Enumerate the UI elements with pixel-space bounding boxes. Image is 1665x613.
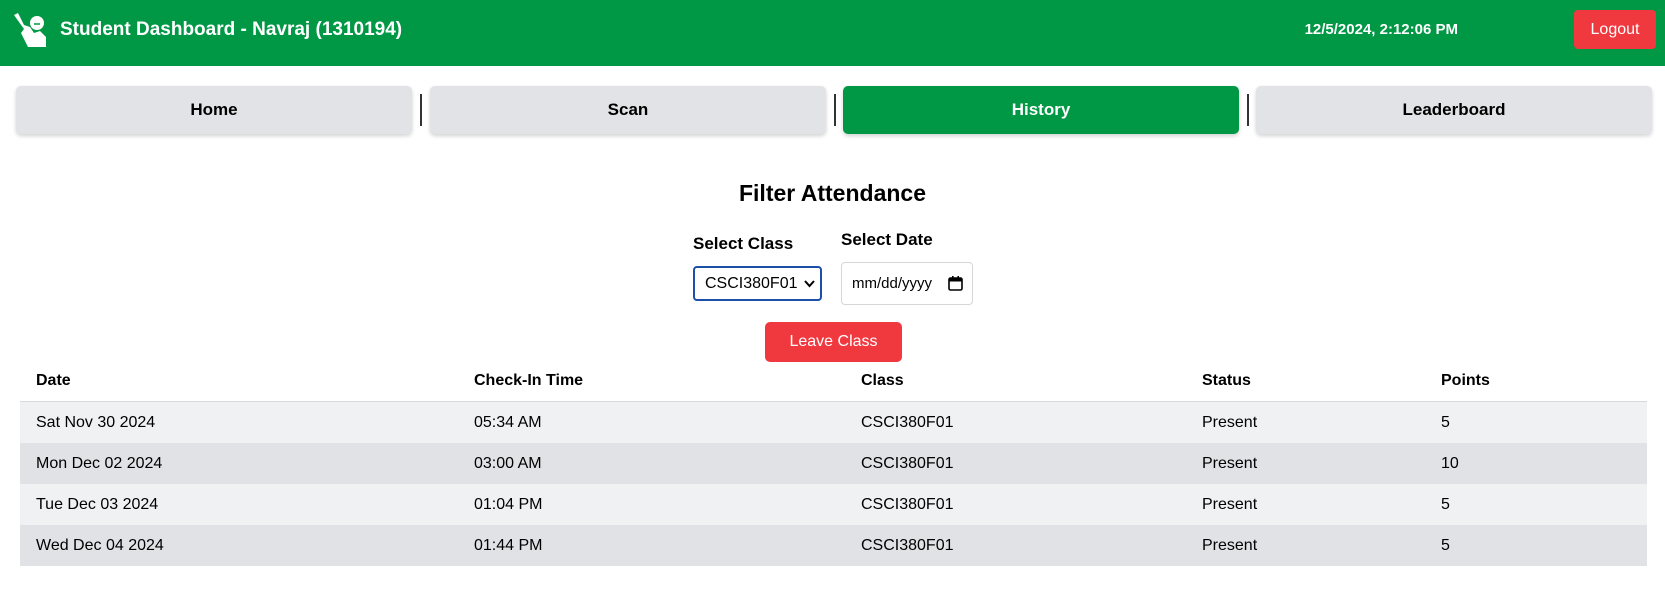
current-datetime: 12/5/2024, 2:12:06 PM [1304, 21, 1458, 38]
cell-class: CSCI380F01 [861, 414, 954, 431]
raised-hand-icon [14, 13, 46, 47]
column-header-check-in-time[interactable]: Check-In Time [474, 361, 583, 402]
table-row: Mon Dec 02 2024 03:00 AM CSCI380F01 Pres… [20, 443, 1647, 484]
cell-points: 10 [1441, 455, 1459, 472]
cell-status: Present [1202, 414, 1258, 431]
cell-status: Present [1202, 455, 1258, 472]
tab-history[interactable]: History [843, 86, 1239, 134]
tab-home[interactable]: Home [16, 86, 412, 134]
top-header-bar: Student Dashboard - Navraj (1310194) 12/… [0, 0, 1665, 66]
cell-class: CSCI380F01 [861, 496, 954, 513]
page-title: Student Dashboard - Navraj (1310194) [60, 19, 403, 40]
date-input[interactable]: mm/dd/yyyy [841, 262, 973, 305]
nav-divider [420, 94, 422, 126]
select-class-label: Select Class [693, 234, 794, 253]
date-input-placeholder: mm/dd/yyyy [852, 275, 933, 292]
cell-date: Sat Nov 30 2024 [36, 414, 156, 431]
class-select-value: CSCI380F01 [705, 274, 798, 292]
table-row: Sat Nov 30 2024 05:34 AM CSCI380F01 Pres… [20, 402, 1647, 443]
tab-leaderboard[interactable]: Leaderboard [1256, 86, 1652, 134]
cell-points: 5 [1441, 496, 1450, 513]
cell-check-in-time: 03:00 AM [474, 455, 542, 472]
nav-divider [834, 94, 836, 126]
tab-scan[interactable]: Scan [430, 86, 826, 134]
cell-class: CSCI380F01 [861, 537, 954, 554]
cell-date: Mon Dec 02 2024 [36, 455, 163, 472]
cell-check-in-time: 05:34 AM [474, 414, 542, 431]
cell-check-in-time: 01:44 PM [474, 537, 543, 554]
table-header-row: Date Check-In Time Class Status Points [20, 361, 1647, 402]
leave-class-button[interactable]: Leave Class [765, 322, 902, 362]
column-header-status[interactable]: Status [1202, 361, 1251, 402]
chevron-down-icon [804, 280, 815, 288]
logout-button[interactable]: Logout [1574, 10, 1656, 49]
nav-divider [1247, 94, 1249, 126]
attendance-table: Date Check-In Time Class Status Points S… [20, 361, 1647, 566]
select-date-label: Select Date [841, 230, 933, 249]
class-select[interactable]: CSCI380F01 [693, 266, 822, 301]
table-row: Wed Dec 04 2024 01:44 PM CSCI380F01 Pres… [20, 525, 1647, 566]
cell-class: CSCI380F01 [861, 455, 954, 472]
cell-check-in-time: 01:04 PM [474, 496, 543, 513]
cell-date: Wed Dec 04 2024 [36, 537, 164, 554]
calendar-icon[interactable] [948, 276, 963, 291]
cell-status: Present [1202, 496, 1258, 513]
main-nav: Home Scan History Leaderboard [16, 86, 1652, 134]
column-header-class[interactable]: Class [861, 361, 904, 402]
column-header-points[interactable]: Points [1441, 361, 1490, 402]
cell-points: 5 [1441, 537, 1450, 554]
filter-heading: Filter Attendance [738, 180, 926, 206]
column-header-date[interactable]: Date [36, 361, 71, 402]
cell-date: Tue Dec 03 2024 [36, 496, 159, 513]
cell-points: 5 [1441, 414, 1450, 431]
table-row: Tue Dec 03 2024 01:04 PM CSCI380F01 Pres… [20, 484, 1647, 525]
cell-status: Present [1202, 537, 1258, 554]
